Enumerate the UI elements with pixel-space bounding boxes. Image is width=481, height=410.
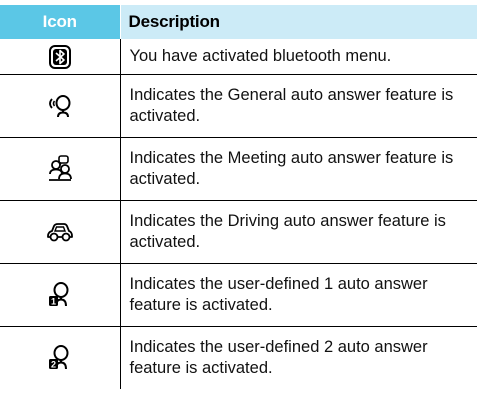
row-description: You have activated bluetooth menu. (120, 39, 477, 75)
page: Icon Description You have activated blue… (0, 0, 481, 410)
user-defined-2-auto-answer-icon: 2 (45, 343, 75, 373)
general-auto-answer-icon (45, 91, 75, 121)
icon-cell (0, 137, 121, 201)
table-row: You have activated bluetooth menu. (0, 39, 477, 75)
bluetooth-icon (45, 42, 75, 72)
icon-cell (0, 74, 121, 138)
driving-auto-answer-icon (45, 217, 75, 247)
table-row: 1 Indicates the user-defined 1 auto answ… (0, 263, 477, 327)
row-description: Indicates the General auto answer featur… (120, 74, 477, 138)
row-description: Indicates the Driving auto answer featur… (120, 200, 477, 264)
user-defined-1-auto-answer-icon: 1 (45, 280, 75, 310)
icon-description-table: Icon Description You have activated blue… (0, 5, 477, 389)
table-row: Indicates the General auto answer featur… (0, 74, 477, 138)
row-description: Indicates the user-defined 1 auto answer… (120, 263, 477, 327)
header-description: Description (120, 5, 477, 39)
icon-cell: 2 (0, 326, 121, 389)
row-description: Indicates the Meeting auto answer featur… (120, 137, 477, 201)
row-description: Indicates the user-defined 2 auto answer… (129, 338, 428, 377)
meeting-auto-answer-icon (45, 154, 75, 184)
icon-cell (0, 200, 121, 264)
table-header-row: Icon Description (0, 5, 477, 39)
table-row: 2 Indicates the user-defined 2 auto answ… (0, 326, 477, 389)
badge-digit: 1 (51, 297, 56, 307)
table-row: Indicates the Meeting auto answer featur… (0, 137, 477, 201)
icon-cell: 1 (0, 263, 121, 327)
icon-cell (0, 39, 121, 75)
table-row: Indicates the Driving auto answer featur… (0, 200, 477, 264)
badge-digit: 2 (51, 360, 56, 370)
header-icon: Icon (0, 5, 121, 39)
